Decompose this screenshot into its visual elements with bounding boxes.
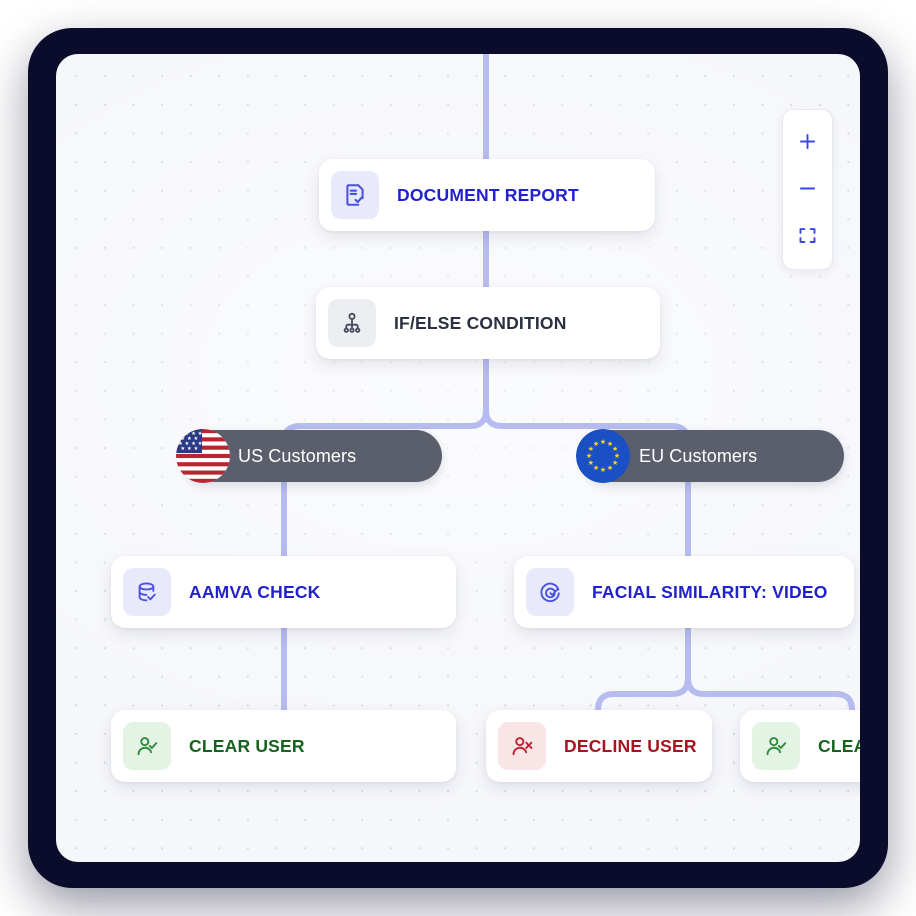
document-check-icon <box>331 171 379 219</box>
svg-text:★: ★ <box>593 440 599 448</box>
svg-text:★: ★ <box>607 464 613 472</box>
node-label: AAMVA CHECK <box>189 581 321 602</box>
node-label: CLEAR USER <box>818 735 860 756</box>
eu-flag-icon: ★ ★ ★ ★ ★ ★ ★ ★ ★ ★ ★ ★ <box>576 429 630 483</box>
branch-condition-icon <box>328 299 376 347</box>
zoom-out-button[interactable] <box>784 165 831 212</box>
face-scan-icon <box>526 568 574 616</box>
branch-pill-eu-customers[interactable]: ★ ★ ★ ★ ★ ★ ★ ★ ★ ★ ★ ★ EU Customers <box>576 429 844 483</box>
node-facial-similarity-video[interactable]: FACIAL SIMILARITY: VIDEO <box>514 556 854 628</box>
database-check-icon <box>123 568 171 616</box>
flow-canvas[interactable]: DOCUMENT REPORT IF/ELSE CONDITION ★ ★ ★ … <box>56 54 860 862</box>
node-label: DECLINE USER <box>564 735 697 756</box>
us-flag-icon: ★ ★ ★ ★ ★ ★ ★ ★ ★ ★ ★ ★ ★ ★ <box>176 429 230 483</box>
app-frame: DOCUMENT REPORT IF/ELSE CONDITION ★ ★ ★ … <box>28 28 888 888</box>
node-if-else-condition[interactable]: IF/ELSE CONDITION <box>316 287 660 359</box>
node-label: IF/ELSE CONDITION <box>394 312 567 333</box>
branch-pill-us-customers[interactable]: ★ ★ ★ ★ ★ ★ ★ ★ ★ ★ ★ ★ ★ ★ US Customers <box>176 429 442 483</box>
zoom-in-button[interactable] <box>784 118 831 165</box>
user-x-icon <box>498 722 546 770</box>
branch-pill-label: EU Customers <box>639 445 758 466</box>
user-check-icon <box>123 722 171 770</box>
zoom-controls[interactable] <box>782 109 833 270</box>
fit-screen-icon <box>799 228 816 243</box>
minus-icon <box>799 187 816 190</box>
node-aamva-check[interactable]: AAMVA CHECK <box>111 556 456 628</box>
node-decline-user[interactable]: DECLINE USER <box>486 710 712 782</box>
node-label: CLEAR USER <box>189 735 305 756</box>
branch-pill-label: US Customers <box>238 445 357 466</box>
fit-to-screen-button[interactable] <box>784 212 831 259</box>
svg-text:★: ★ <box>600 438 606 446</box>
svg-text:★ ★ ★: ★ ★ ★ <box>180 446 198 452</box>
node-label: FACIAL SIMILARITY: VIDEO <box>592 581 828 602</box>
plus-icon <box>799 133 816 150</box>
node-document-report[interactable]: DOCUMENT REPORT <box>319 159 655 231</box>
node-clear-user-left[interactable]: CLEAR USER <box>111 710 456 782</box>
node-clear-user-right[interactable]: CLEAR USER <box>740 710 860 782</box>
user-check-icon <box>752 722 800 770</box>
svg-text:★: ★ <box>600 466 606 474</box>
svg-text:★: ★ <box>586 452 592 460</box>
svg-text:★: ★ <box>588 459 594 467</box>
node-label: DOCUMENT REPORT <box>397 184 579 205</box>
